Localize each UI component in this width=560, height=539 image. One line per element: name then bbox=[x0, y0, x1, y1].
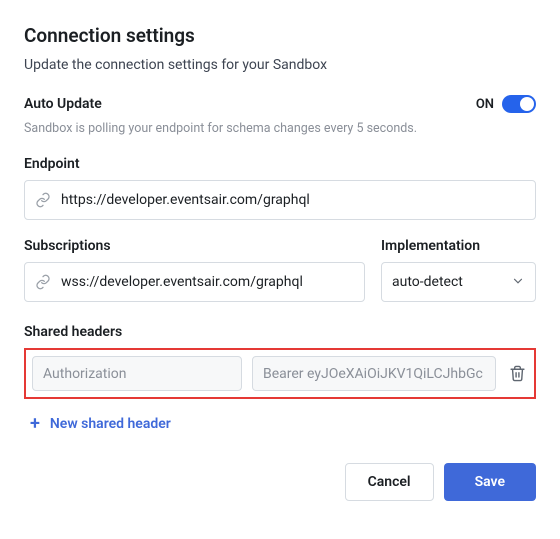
header-value-input[interactable]: Bearer eyJOeXAiOiJKV1QiLCJhbGc bbox=[252, 356, 496, 391]
delete-header-button[interactable] bbox=[506, 365, 528, 382]
implementation-select[interactable]: auto-detect bbox=[381, 262, 536, 302]
implementation-label: Implementation bbox=[381, 238, 536, 254]
shared-headers-label: Shared headers bbox=[24, 324, 536, 340]
auto-update-helper: Sandbox is polling your endpoint for sch… bbox=[24, 121, 536, 136]
link-icon bbox=[35, 274, 51, 290]
auto-update-label: Auto Update bbox=[24, 96, 102, 112]
header-value-value: Bearer eyJOeXAiOiJKV1QiLCJhbGc bbox=[263, 366, 483, 382]
add-shared-header-label: New shared header bbox=[50, 416, 171, 432]
endpoint-value: https://developer.eventsair.com/graphql bbox=[61, 192, 525, 208]
plus-icon: + bbox=[30, 415, 40, 433]
header-key-input[interactable]: Authorization bbox=[32, 356, 242, 391]
add-shared-header-button[interactable]: + New shared header bbox=[24, 415, 536, 433]
auto-update-toggle[interactable] bbox=[502, 95, 536, 113]
page-title: Connection settings bbox=[24, 24, 536, 47]
endpoint-input[interactable]: https://developer.eventsair.com/graphql bbox=[24, 180, 536, 220]
endpoint-label: Endpoint bbox=[24, 156, 536, 172]
header-key-value: Authorization bbox=[43, 366, 126, 382]
implementation-value: auto-detect bbox=[392, 274, 463, 290]
subscriptions-label: Subscriptions bbox=[24, 238, 365, 254]
shared-header-row-highlight: Authorization Bearer eyJOeXAiOiJKV1QiLCJ… bbox=[24, 348, 536, 399]
link-icon bbox=[35, 192, 51, 208]
subscriptions-input[interactable]: wss://developer.eventsair.com/graphql bbox=[24, 262, 365, 302]
cancel-button[interactable]: Cancel bbox=[345, 463, 434, 501]
chevron-down-icon bbox=[511, 273, 525, 292]
save-button[interactable]: Save bbox=[444, 463, 536, 501]
auto-update-state: ON bbox=[476, 97, 494, 112]
subscriptions-value: wss://developer.eventsair.com/graphql bbox=[61, 274, 354, 290]
page-subtitle: Update the connection settings for your … bbox=[24, 57, 536, 73]
